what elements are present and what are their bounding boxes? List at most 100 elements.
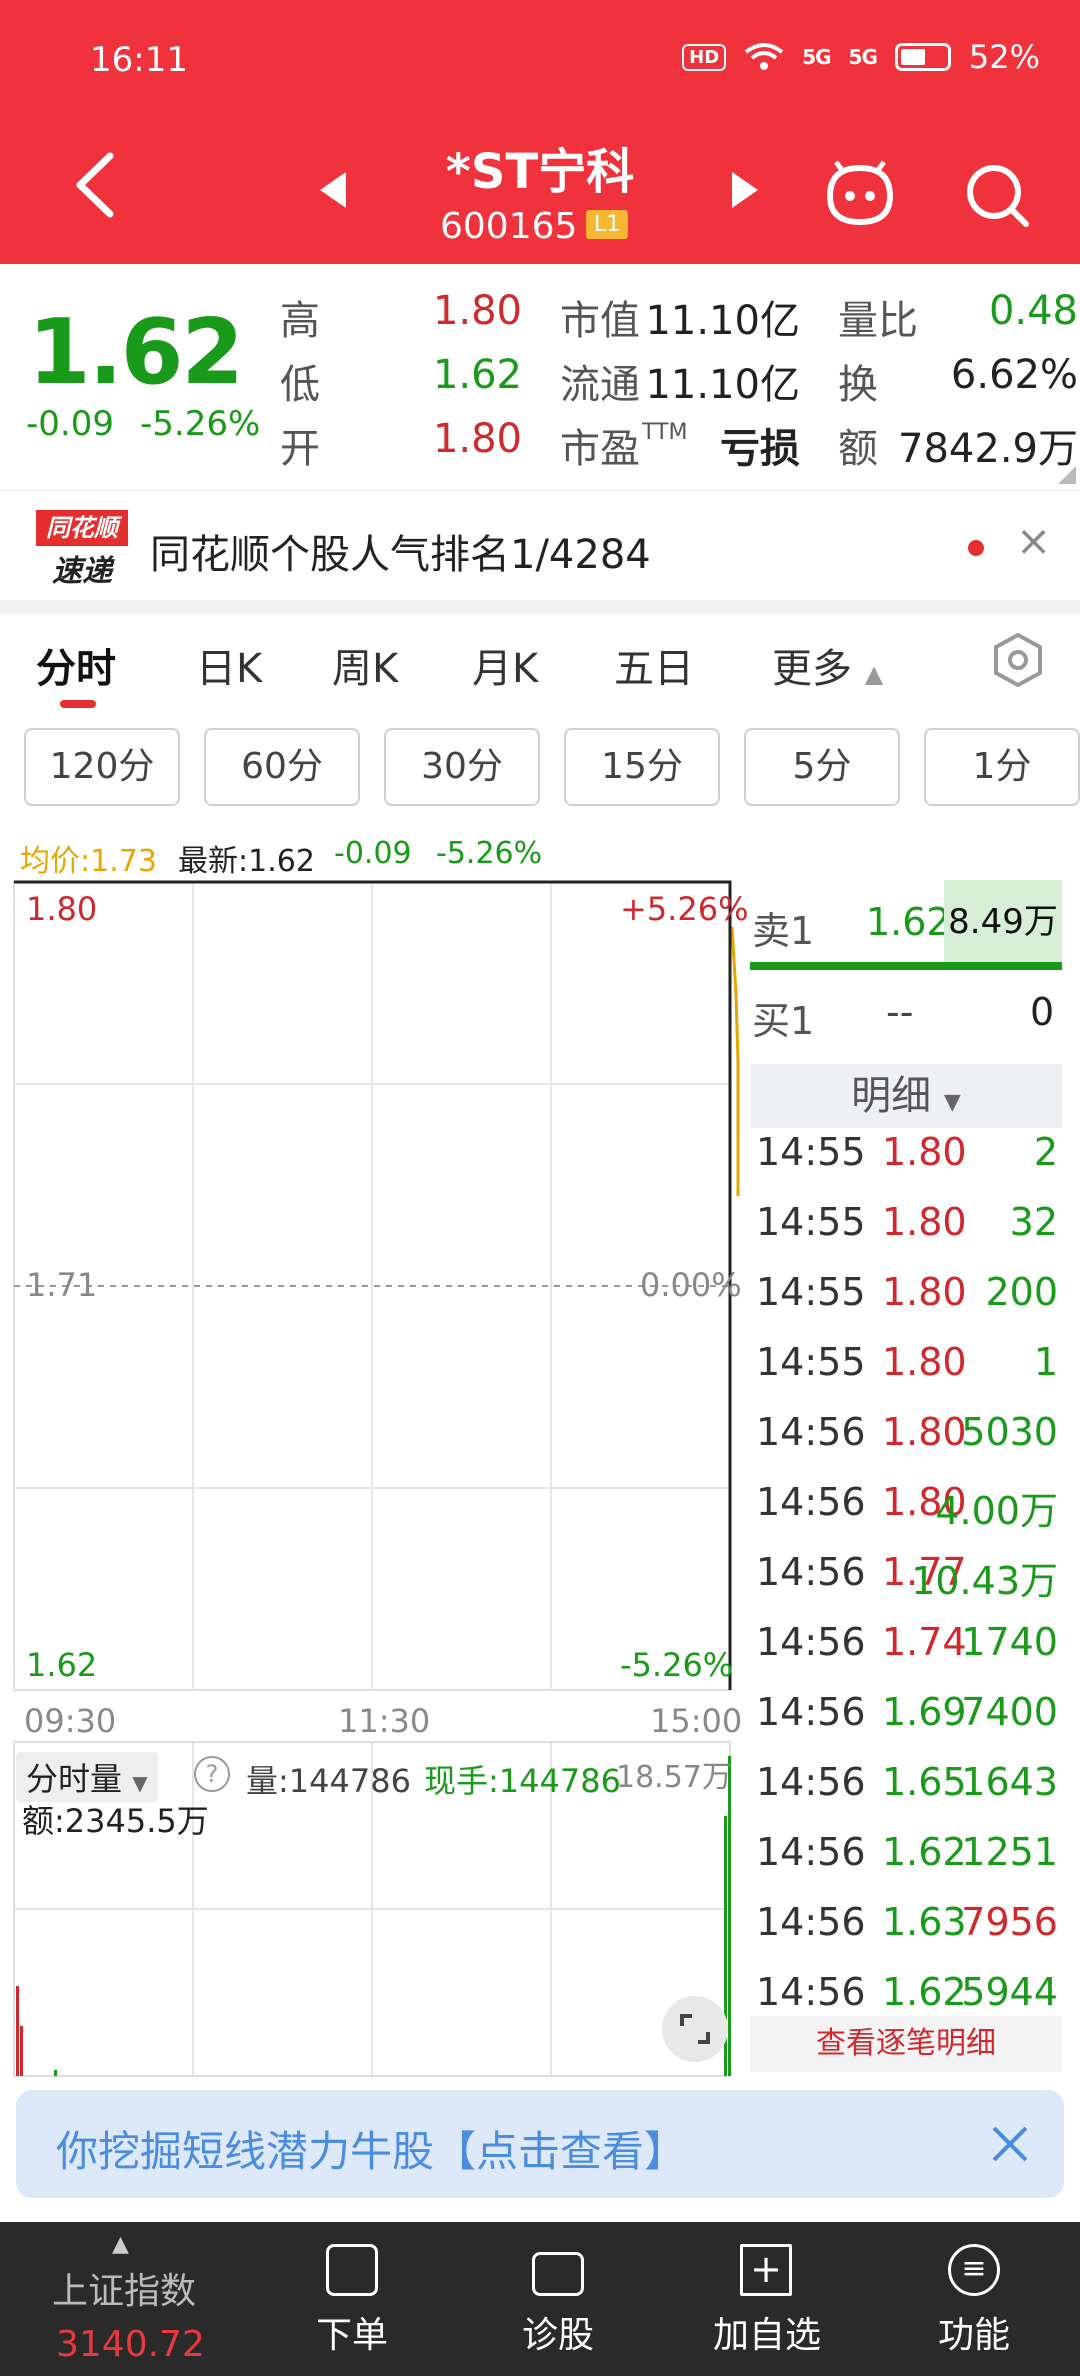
period-5min[interactable]: 5分: [744, 728, 900, 806]
y-top-pct: +5.26%: [620, 890, 749, 928]
triangle-up-icon: ▲: [864, 660, 884, 688]
amount-value: 7842.9万: [898, 426, 1078, 472]
index-name[interactable]: 上证指数: [44, 2262, 204, 2314]
settings-hexagon-icon[interactable]: [992, 632, 1044, 688]
nav-add-watchlist[interactable]: 加自选: [700, 2306, 834, 2358]
trade-row: 14:56 1.69 7400: [750, 1690, 1062, 1760]
volume-bar: [728, 1756, 731, 2076]
current-price: 1.62: [28, 300, 244, 405]
volume-selector-label: 分时量: [26, 1760, 123, 1798]
trade-row: 14:55 1.80 32: [750, 1200, 1062, 1270]
trade-price: 1.65: [882, 1760, 967, 1804]
trade-price: 1.62: [882, 1830, 967, 1874]
buy1-price: --: [886, 990, 914, 1034]
turnover-label: 换: [838, 362, 878, 408]
logo-top-text: 同花顺: [36, 510, 128, 546]
trade-volume: 10.43万: [911, 1559, 1058, 1603]
open-label: 开: [280, 426, 320, 472]
pe-label: 市盈: [560, 426, 640, 472]
nav-function[interactable]: 功能: [912, 2306, 1036, 2358]
trade-row: 14:56 1.77 10.43万: [750, 1550, 1062, 1620]
battery-percent: 52%: [968, 38, 1040, 76]
tab-monthly-k[interactable]: 月K: [472, 636, 538, 694]
period-60min[interactable]: 60分: [204, 728, 360, 806]
stock-code: 600165: [440, 206, 578, 247]
y-bottom-price: 1.62: [26, 1646, 98, 1684]
close-icon[interactable]: [990, 2124, 1030, 2164]
trade-time: 14:56: [756, 1830, 866, 1874]
trade-time: 14:55: [756, 1270, 866, 1314]
tab-five-day[interactable]: 五日: [614, 636, 694, 694]
close-icon[interactable]: ×: [1016, 516, 1051, 565]
trade-time: 14:56: [756, 1900, 866, 1944]
search-icon[interactable]: [962, 160, 1032, 230]
robot-assistant-icon[interactable]: [822, 160, 898, 226]
next-stock-icon[interactable]: [730, 170, 760, 210]
nav-diagnose[interactable]: 诊股: [496, 2306, 620, 2358]
intraday-chart[interactable]: [0, 870, 740, 2080]
detail-dropdown[interactable]: 明细 ▼: [750, 1064, 1062, 1128]
trade-time: 14:56: [756, 1410, 866, 1454]
y-bottom-pct: -5.26%: [620, 1646, 734, 1684]
trade-row: 14:55 1.80 1: [750, 1340, 1062, 1410]
tab-more[interactable]: 更多 ▲: [772, 636, 883, 694]
volume-ratio-label: 量比: [838, 298, 918, 344]
promo-text[interactable]: 你挖掘短线潜力牛股【点击查看】: [56, 2118, 686, 2179]
chart-grid: [13, 880, 732, 2077]
trade-volume: 2: [1033, 1130, 1058, 1174]
period-1min[interactable]: 1分: [924, 728, 1080, 806]
trade-row: 14:55 1.80 200: [750, 1270, 1062, 1340]
pe-value: 亏损: [720, 426, 800, 472]
add-icon[interactable]: +: [740, 2244, 792, 2296]
trade-row: 14:56 1.65 1643: [750, 1760, 1062, 1830]
status-time: 16:11: [90, 40, 188, 80]
signal-icon-1: 5G: [802, 45, 831, 69]
volume-total: 量:144786: [246, 1762, 411, 1800]
fullscreen-button[interactable]: [662, 1996, 728, 2062]
x-tick-0930: 09:30: [24, 1702, 117, 1740]
latest-change-pct: -5.26%: [436, 836, 543, 871]
active-tab-indicator: [60, 700, 96, 708]
volume-bar: [16, 1986, 19, 2076]
trade-time: 14:56: [756, 1620, 866, 1664]
volume-now: 现手:144786: [424, 1762, 621, 1800]
sell1-volume: 8.49万: [944, 880, 1062, 964]
latest-change: -0.09: [334, 836, 412, 871]
period-30min[interactable]: 30分: [384, 728, 540, 806]
trade-volume: 200: [985, 1270, 1058, 1314]
trade-volume: 4.00万: [935, 1489, 1058, 1533]
price-change: -0.09: [26, 404, 114, 444]
index-value[interactable]: 3140.72: [56, 2324, 205, 2365]
tab-daily-k[interactable]: 日K: [196, 636, 262, 694]
trade-price: 1.80: [882, 1410, 967, 1454]
volume-max: 18.57万: [616, 1760, 732, 1795]
trade-time: 14:56: [756, 1480, 866, 1524]
tab-more-label: 更多: [772, 646, 852, 692]
news-text[interactable]: 同花顺个股人气排名1/4284: [150, 522, 651, 580]
trade-price: 1.80: [882, 1130, 967, 1174]
tab-intraday[interactable]: 分时: [36, 636, 116, 694]
trade-volume: 32: [1009, 1200, 1058, 1244]
trade-time: 14:56: [756, 1760, 866, 1804]
y-mid-pct: 0.00%: [640, 1266, 742, 1304]
buy1-label: 买1: [752, 999, 815, 1043]
divider: [0, 600, 1080, 614]
nav-order[interactable]: 下单: [290, 2306, 414, 2358]
tab-weekly-k[interactable]: 周K: [332, 636, 398, 694]
period-120min[interactable]: 120分: [24, 728, 180, 806]
turnover-value: 6.62%: [950, 352, 1078, 398]
avg-price-line: [730, 926, 740, 1197]
help-icon[interactable]: ?: [194, 1756, 230, 1792]
menu-icon[interactable]: ≡: [948, 2244, 1000, 2296]
volume-bar: [20, 2026, 23, 2076]
volume-selector[interactable]: 分时量 ▼: [16, 1752, 158, 1802]
period-15min[interactable]: 15分: [564, 728, 720, 806]
view-all-trades-button[interactable]: 查看逐笔明细: [750, 2016, 1062, 2072]
app-header: 16:11 HD 5G 5G 52% *ST宁科 600165 L1: [0, 0, 1080, 264]
trade-row: 14:56 1.80 4.00万: [750, 1480, 1062, 1550]
trade-price: 1.80: [882, 1340, 967, 1384]
stock-name: *ST宁科: [445, 144, 635, 200]
trade-price: 1.63: [882, 1900, 967, 1944]
diagnose-icon[interactable]: [532, 2252, 584, 2296]
order-icon[interactable]: [326, 2244, 378, 2296]
